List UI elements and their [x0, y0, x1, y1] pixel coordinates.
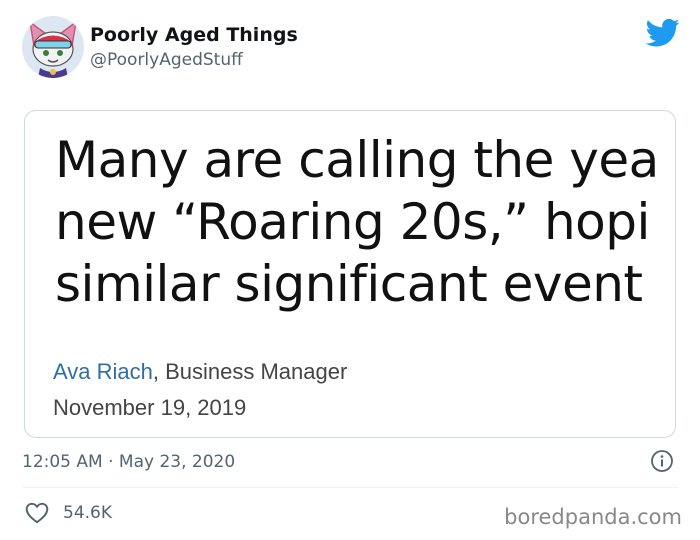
byline: Ava Riach, Business Manager — [53, 357, 347, 387]
user-handle[interactable]: @PoorlyAgedStuff — [90, 48, 298, 72]
twitter-bird-icon[interactable] — [646, 18, 680, 48]
quote-text: Many are calling the yea new “Roaring 20s… — [55, 129, 675, 315]
avatar[interactable] — [22, 16, 84, 78]
quote-line: similar significant event — [55, 255, 643, 313]
info-icon[interactable] — [650, 449, 674, 473]
like-button[interactable]: 54.6K — [24, 500, 112, 526]
divider — [22, 487, 678, 488]
watermark: boredpanda.com — [504, 505, 682, 529]
tweet-header: Poorly Aged Things @PoorlyAgedStuff — [22, 16, 680, 82]
heart-icon — [25, 502, 49, 524]
tweet-actions: 54.6K — [24, 500, 112, 528]
publish-date: November 19, 2019 — [53, 395, 247, 420]
quote-line: Many are calling the yea — [55, 131, 659, 189]
author-role: , Business Manager — [152, 359, 348, 384]
tweet-meta: 12:05 AM · May 23, 2020 — [22, 449, 678, 475]
author-link[interactable]: Ava Riach — [53, 359, 153, 384]
quote-line: new “Roaring 20s,” hopi — [55, 193, 650, 251]
like-count: 54.6K — [63, 503, 112, 523]
tweet-media-card[interactable]: Many are calling the yea new “Roaring 20s… — [24, 110, 676, 438]
tweet-timestamp[interactable]: 12:05 AM · May 23, 2020 — [22, 452, 235, 472]
display-name[interactable]: Poorly Aged Things — [90, 22, 298, 48]
author-names: Poorly Aged Things @PoorlyAgedStuff — [90, 22, 298, 72]
avatar-image — [22, 16, 84, 78]
